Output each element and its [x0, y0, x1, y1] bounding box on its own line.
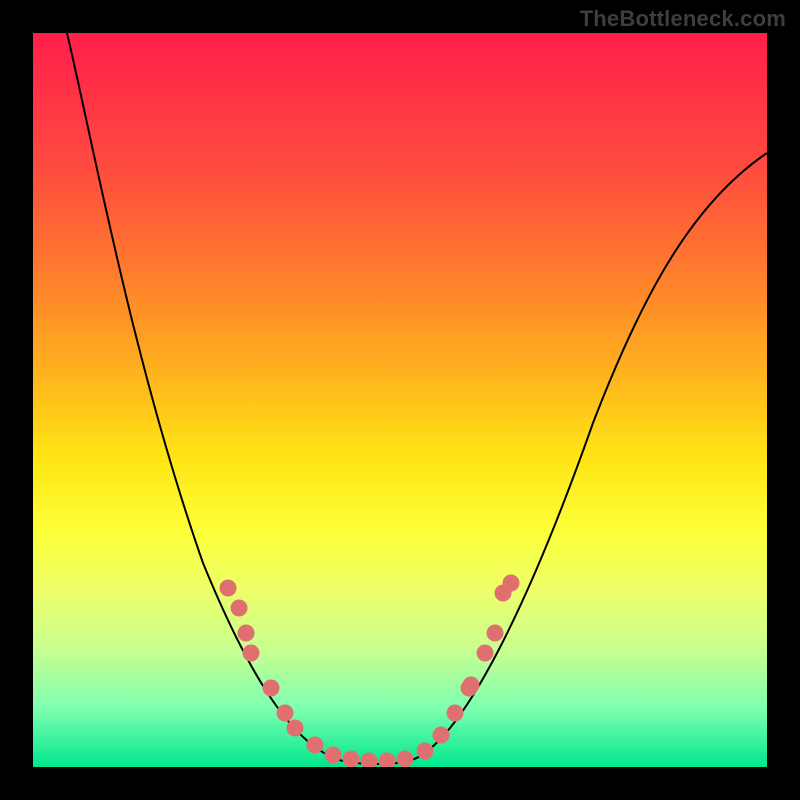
- plot-area: [33, 33, 767, 767]
- data-point: [307, 737, 324, 754]
- data-point: [503, 575, 520, 592]
- data-point: [277, 705, 294, 722]
- data-point: [325, 747, 342, 764]
- data-point: [361, 753, 378, 768]
- data-point: [343, 751, 360, 768]
- data-point: [463, 677, 480, 694]
- scatter-right: [417, 575, 520, 760]
- data-point: [379, 753, 396, 768]
- data-point: [397, 751, 414, 768]
- chart-svg: [33, 33, 767, 767]
- data-point: [487, 625, 504, 642]
- watermark-text: TheBottleneck.com: [580, 6, 786, 32]
- chart-frame: TheBottleneck.com: [0, 0, 800, 800]
- data-point: [238, 625, 255, 642]
- data-point: [263, 680, 280, 697]
- scatter-left: [220, 580, 414, 768]
- data-point: [433, 727, 450, 744]
- data-point: [447, 705, 464, 722]
- data-point: [243, 645, 260, 662]
- data-point: [477, 645, 494, 662]
- data-point: [231, 600, 248, 617]
- data-point: [287, 720, 304, 737]
- data-point: [220, 580, 237, 597]
- data-point: [417, 743, 434, 760]
- bottleneck-curve: [67, 33, 767, 764]
